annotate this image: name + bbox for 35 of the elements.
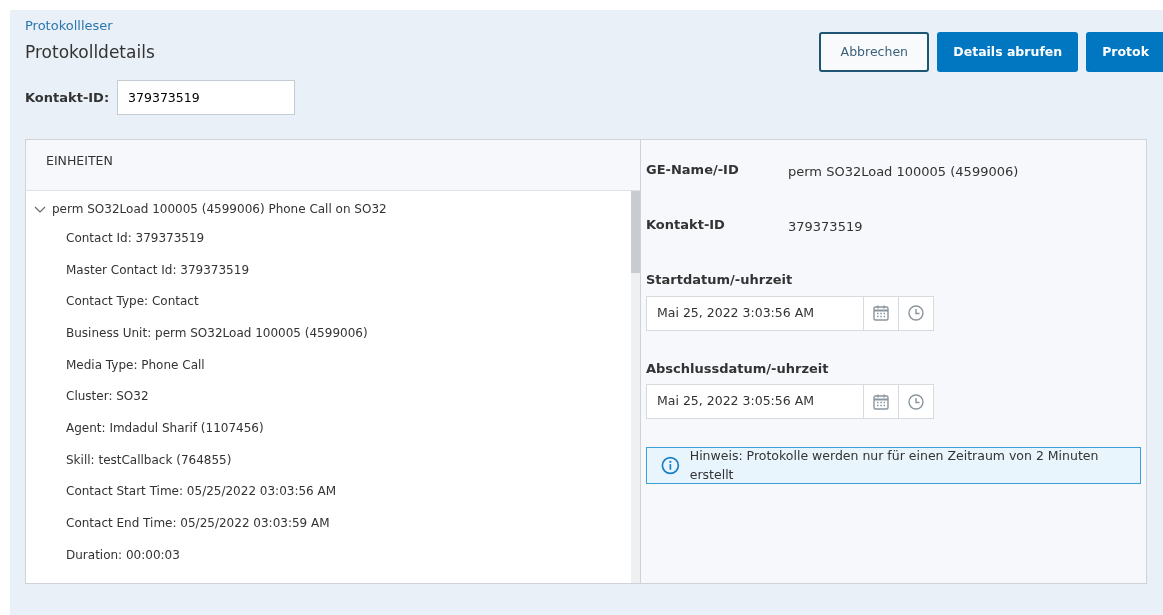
date-time-field[interactable]: Mai 25, 2022 3:03:56 AM — [646, 295, 934, 331]
tree-item[interactable]: Skill: testCallback (764855) — [66, 450, 232, 469]
cancel-button[interactable]: Abbrechen — [819, 32, 930, 72]
tree-item[interactable]: Contact End Time: 05/25/2022 03:03:59 AM — [66, 514, 330, 533]
clock-icon — [907, 392, 925, 411]
calendar-icon — [872, 304, 890, 322]
detail-value: 379373519 — [788, 218, 863, 236]
tree-item[interactable]: Media Type: Phone Call — [66, 355, 205, 374]
field-label: Kontakt-ID: — [25, 88, 110, 107]
field-label: Startdatum/-uhrzeit — [646, 271, 794, 289]
tree-item[interactable]: Contact Type: Contact — [66, 292, 199, 311]
clock-icon — [907, 304, 925, 322]
tree-item[interactable]: Agent: Imdadul Sharif (1107456) — [66, 418, 264, 437]
action-button[interactable]: Protok — [1086, 32, 1163, 72]
contact-id-field[interactable]: 379373519 — [117, 80, 296, 115]
detail-label: GE-Name/-ID — [646, 161, 740, 179]
detail-label: Kontakt-ID — [646, 216, 726, 234]
tree-item[interactable]: Business Unit: perm SO32Load 100005 (4599006) — [66, 323, 368, 342]
action-button[interactable]: Details abrufen — [937, 32, 1079, 72]
breadcrumb-link[interactable]: Protokollleser — [25, 18, 113, 33]
detail-value: perm SO32Load 100005 (4599006) — [788, 163, 1019, 181]
info-icon — [661, 456, 680, 475]
tree-node[interactable]: perm SO32Load 100005 (4599006) Phone Call on SO32 — [52, 200, 387, 218]
tree-item[interactable]: Contact Id: 379373519 — [66, 228, 205, 247]
tree-item[interactable]: Duration: 00:00:03 — [66, 545, 180, 564]
date-time-field[interactable]: Mai 25, 2022 3:05:56 AM — [646, 384, 934, 419]
page-title: Protokolldetails — [25, 41, 155, 62]
calendar-icon — [872, 392, 890, 411]
panel-title: EINHEITEN — [45, 152, 114, 170]
tree-item[interactable]: Master Contact Id: 379373519 — [66, 260, 250, 279]
notice-text: Hinweis: Protokolle werden nur für einen Zeitraum von 2 Minuten erstellt — [689, 446, 1100, 484]
tree-item[interactable]: Cluster: SO32 — [66, 387, 149, 406]
tree-item[interactable]: Contact Start Time: 05/25/2022 03:03:56 AM — [66, 482, 337, 501]
scrollbar[interactable] — [631, 191, 640, 583]
field-label: Abschlussdatum/-uhrzeit — [646, 359, 830, 378]
